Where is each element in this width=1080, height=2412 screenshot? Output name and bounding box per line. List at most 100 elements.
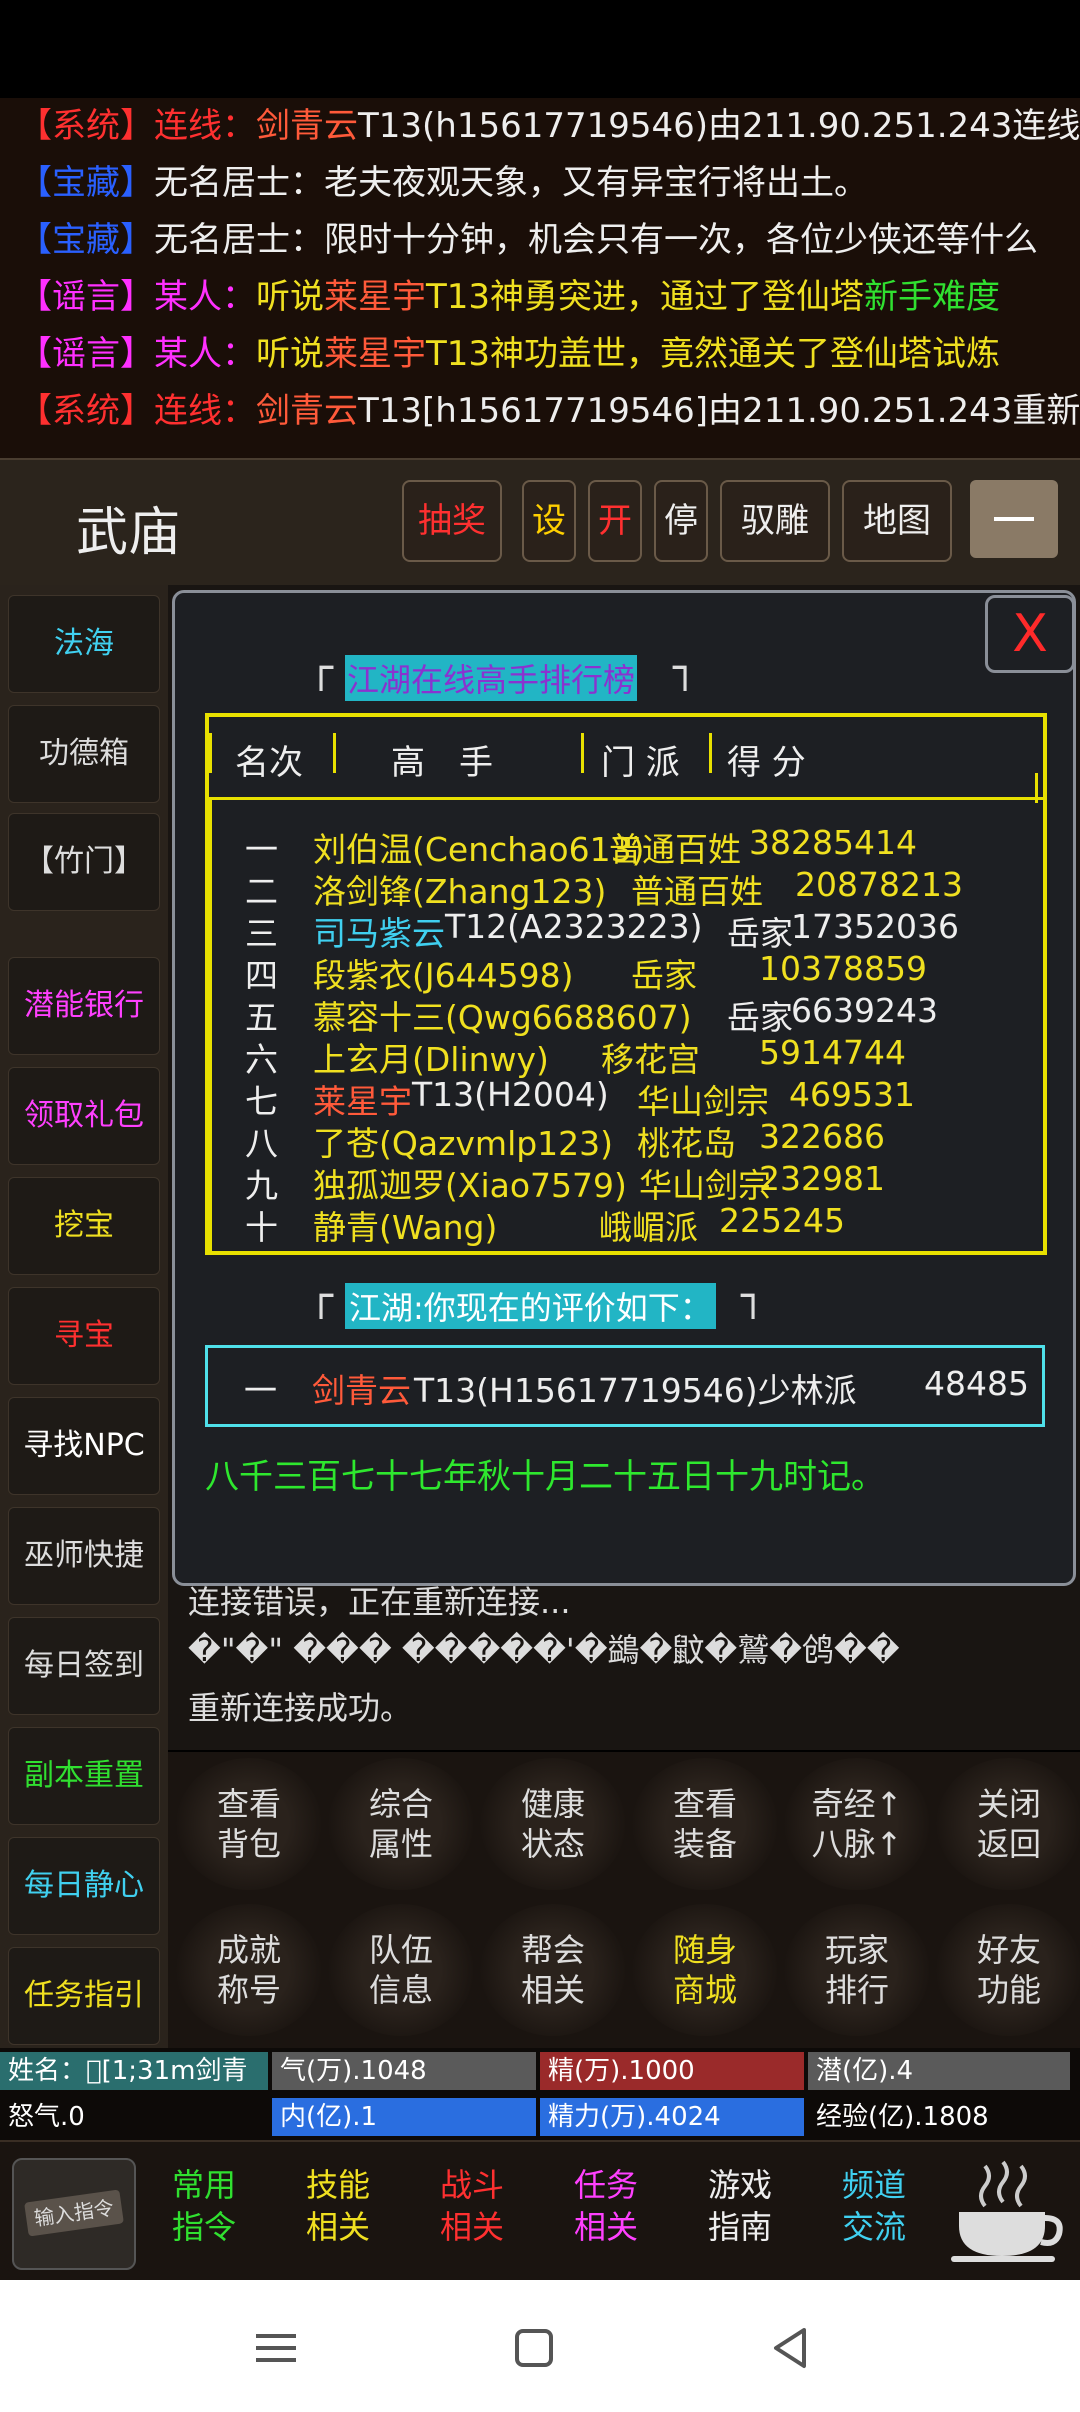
rank-school: 桃花岛 [637, 1124, 736, 1163]
close-dialog-button[interactable]: X [985, 595, 1075, 673]
sidebar-item[interactable]: 任务指引 [8, 1947, 160, 2045]
chat-segment: 听说 [256, 277, 324, 317]
chat-segment: 无名居士：限时十分钟，机会只有一次，各位少侠还等什么 [154, 220, 1038, 260]
chat-panel: 【系统】连线：剑青云T13(h15617719546)由211.90.251.2… [0, 98, 1080, 458]
status-bar [0, 0, 1080, 95]
settings-button[interactable]: 设 [522, 480, 576, 562]
teacup-icon[interactable] [945, 2156, 1065, 2266]
lottery-button[interactable]: 抽奖 [402, 480, 502, 562]
chat-segment: T13神勇突进，通过了登仙塔 [426, 277, 865, 317]
chat-segment: 某人： [154, 277, 256, 317]
sidebar-item[interactable]: 寻宝 [8, 1287, 160, 1385]
sidebar-item[interactable]: 潜能银行 [8, 957, 160, 1055]
chat-segment: 连线： [154, 391, 256, 431]
rank-name: 静青(Wang) [313, 1208, 498, 1247]
rank-name: 慕容十三(Qwg6688607) [313, 998, 692, 1037]
map-button[interactable]: 地图 [842, 480, 952, 562]
sidebar-item[interactable]: 功德箱 [8, 705, 160, 803]
sidebar-item[interactable]: 挖宝 [8, 1177, 160, 1275]
stop-button[interactable]: 停 [654, 480, 708, 562]
header-rank: 名次 [235, 743, 303, 783]
menu-item[interactable]: 技能 相关 [278, 2164, 398, 2260]
rank-rank: 九 [245, 1166, 278, 1205]
rank-school: 普通百姓 [609, 830, 741, 869]
input-command-label: 输入指令 [24, 2189, 124, 2237]
ranking-table: 名次 高 手 门 派 得 分 一刘伯温(Cenchao613) 普通百姓 38285… [205, 713, 1047, 1255]
rank-score: 38285414 [749, 823, 917, 862]
chat-segment: 【宝藏】 [18, 220, 154, 260]
chat-segment: 【谣言】 [18, 277, 154, 317]
chat-segment: 莱星宇 [324, 334, 426, 374]
command-button[interactable]: 队伍 信息 [328, 1904, 474, 2036]
rank-rank: 八 [245, 1124, 278, 1163]
sidebar-item[interactable]: 法海 [8, 595, 160, 693]
rank-school: 普通百姓 [631, 872, 763, 911]
sidebar-item[interactable]: 领取礼包 [8, 1067, 160, 1165]
log-line: 重新连接成功。 [188, 1689, 413, 1727]
command-button[interactable]: 随身 商城 [632, 1904, 778, 2036]
command-button[interactable]: 好友 功能 [936, 1904, 1080, 2036]
rank-school: 岳家 [631, 956, 697, 995]
rank-school: 华山剑宗 [639, 1166, 771, 1205]
command-button[interactable]: 综合 属性 [328, 1758, 474, 1890]
menu-item[interactable]: 常用 指令 [144, 2164, 264, 2260]
chat-line: 【宝藏】无名居士：限时十分钟，机会只有一次，各位少侠还等什么 [0, 212, 1080, 269]
chat-line: 【系统】连线：剑青云T13[h15617719546]由211.90.251.2… [0, 383, 1080, 440]
ranking-title: 江湖在线高手排行榜 [345, 655, 638, 701]
rank-rank: 二 [245, 872, 278, 911]
rank-name: 莱星宇 [313, 1082, 412, 1121]
menu-item[interactable]: 战斗 相关 [412, 2164, 532, 2260]
command-button[interactable]: 关闭 返回 [936, 1758, 1080, 1890]
bracket-decoration: ┐ [673, 645, 698, 691]
header-school: 门 派 [601, 743, 680, 783]
stat-qi: 气(万).1048 [272, 2052, 536, 2090]
command-button[interactable]: 玩家 排行 [784, 1904, 930, 2036]
rank-name: 段紫衣(J644598) [313, 956, 574, 995]
stat-name: 姓名： [1;31m剑青 [0, 2052, 268, 2090]
rank-rank: 一 [245, 830, 278, 869]
rank-rank: 四 [245, 956, 278, 995]
rank-rank: 十 [245, 1208, 278, 1247]
chat-line: 【谣言】某人：听说莱星宇T13神勇突进，通过了登仙塔新手难度 [0, 269, 1080, 326]
stat-jingli: 精力(万).4024 [540, 2098, 804, 2136]
log-line: �"�" ��� �����'�鷁�鼤�鷲�鸧�� [188, 1631, 900, 1669]
start-button[interactable]: 开 [588, 480, 642, 562]
command-button[interactable]: 成就 称号 [176, 1904, 322, 2036]
sidebar-item[interactable]: 每日静心 [8, 1837, 160, 1935]
chat-segment: 剑青云 [256, 106, 358, 146]
chat-segment: 无名居士：老夫夜观天象，又有异宝行将出土。 [154, 163, 868, 203]
sidebar-item[interactable]: 巫师快捷 [8, 1507, 160, 1605]
chat-line: 【系统】连线：剑青云T13(h15617719546)由211.90.251.2… [0, 98, 1080, 155]
ride-eagle-button[interactable]: 驭雕 [720, 480, 830, 562]
command-button[interactable]: 健康 状态 [480, 1758, 626, 1890]
sidebar-item[interactable]: 每日签到 [8, 1617, 160, 1715]
bracket-decoration: ┌ [309, 645, 334, 691]
menu-item[interactable]: 频道 交流 [814, 2164, 934, 2260]
menu-icon[interactable] [246, 2320, 306, 2376]
sidebar-item[interactable]: 副本重置 [8, 1727, 160, 1825]
chat-segment: 某人： [154, 334, 256, 374]
menu-item[interactable]: 任务 相关 [546, 2164, 666, 2260]
chat-segment: T13[h15617719546]由211.90.251.243重新 [358, 391, 1080, 431]
eval-rank: 一 [244, 1371, 277, 1410]
minimize-button[interactable] [970, 480, 1058, 558]
rank-score: 10378859 [759, 949, 927, 988]
command-button[interactable]: 奇经↑ 八脉↑ [784, 1758, 930, 1890]
rank-score: 17352036 [791, 907, 959, 946]
input-command-button[interactable]: 输入指令 [12, 2158, 136, 2270]
chat-segment: 剑青云 [256, 391, 358, 431]
sidebar-item[interactable]: 【竹门】 [8, 813, 160, 911]
command-button[interactable]: 查看 装备 [632, 1758, 778, 1890]
evaluation-box: 一 剑青云 T13(H15617719546)少林派 48485 [205, 1345, 1045, 1427]
command-button[interactable]: 查看 背包 [176, 1758, 322, 1890]
home-icon[interactable] [504, 2320, 564, 2376]
command-button[interactable]: 帮会 相关 [480, 1904, 626, 2036]
sidebar-item[interactable]: 寻找NPC [8, 1397, 160, 1495]
menu-item[interactable]: 游戏 指南 [680, 2164, 800, 2260]
back-icon[interactable] [762, 2320, 822, 2376]
rank-suffix: T12(A2323223) [445, 907, 703, 946]
chat-segment: 【谣言】 [18, 334, 154, 374]
command-grid: 查看 背包 综合 属性 健康 状态 查看 装备 奇经↑ 八脉↑ 关闭 返回成就 称号 队伍 … [168, 1752, 1080, 2048]
rank-score: 225245 [719, 1201, 845, 1240]
chat-segment: 莱星宇 [324, 277, 426, 317]
